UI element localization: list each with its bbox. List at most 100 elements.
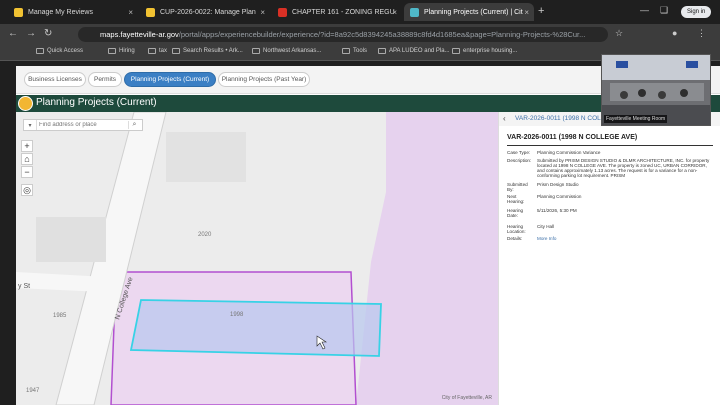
parcel-label-1998: 1998 <box>230 312 244 318</box>
zoom-in-button[interactable]: + <box>21 140 33 152</box>
bookmark-label: Tools <box>353 48 368 54</box>
address-toolbar: ← → ↻ maps.fayetteville-ar.gov/portal/ap… <box>0 24 720 44</box>
zoom-out-button[interactable]: − <box>21 166 33 178</box>
field-label: Submitted By: <box>507 182 528 192</box>
more-info-link[interactable]: More Info <box>537 236 713 241</box>
field-value: Planning Commission Variance <box>537 150 601 155</box>
url-host: maps.fayetteville-ar.gov <box>100 30 179 39</box>
detail-panel: ‹ VAR-2026-0011 (1998 N COLLEGE AVE) VAR… <box>498 112 720 405</box>
tab-title: CHAPTER 161 - ZONING REGU <box>292 8 395 16</box>
subnav-tab[interactable]: Planning Projects (Current) <box>124 72 216 87</box>
search-input[interactable] <box>36 120 128 130</box>
sign-in-button[interactable]: Sign in <box>681 6 712 18</box>
field-value: Submitted by PRISM DESIGN STUDIO & DLMR … <box>537 158 710 178</box>
bookmark-item[interactable]: enterprise housing... <box>452 48 517 54</box>
city-logo <box>18 96 33 111</box>
url-path: /portal/apps/experiencebuilder/experienc… <box>178 30 586 39</box>
bookmark-label: Hiring <box>119 48 135 54</box>
bookmark-folder-icon <box>378 48 386 54</box>
tab-favicon-icon <box>410 7 419 17</box>
building-north <box>166 132 246 182</box>
subnav-tab[interactable]: Permits <box>88 72 122 87</box>
layer-dropdown-icon[interactable]: ▾ <box>24 122 36 129</box>
parcel-label-1947: 1947 <box>26 388 40 394</box>
bookmark-label: Quick Access <box>47 48 84 54</box>
browser-tab[interactable]: CHAPTER 161 - ZONING REGU × <box>272 3 402 21</box>
subnav-tab[interactable]: Planning Projects (Past Year) <box>218 72 310 87</box>
tab-title: Manage My Reviews <box>28 8 93 16</box>
browser-tab[interactable]: CUP-2026-0022: Manage Plan × <box>140 3 270 21</box>
bookmark-item[interactable]: Search Results • Ark... <box>172 48 243 54</box>
browser-tab[interactable]: Manage My Reviews × <box>8 3 138 21</box>
close-tab-icon[interactable]: × <box>392 8 397 17</box>
browser-tab[interactable]: Planning Projects (Current) | Cit × <box>404 3 534 21</box>
profile-icon[interactable]: ● <box>672 28 677 38</box>
back-icon[interactable]: ← <box>8 28 18 39</box>
address-bar[interactable]: maps.fayetteville-ar.gov/portal/apps/exp… <box>78 27 608 42</box>
bookmark-label: Search Results • Ark... <box>183 48 243 54</box>
field-label: Hearing Date: <box>507 208 524 218</box>
bookmark-label: tax <box>159 48 168 54</box>
field-label: Description: <box>507 158 532 163</box>
video-caption: Fayetteville Meeting Room <box>604 115 668 123</box>
field-label: Hearing Location: <box>507 224 526 234</box>
bookmark-item[interactable]: Quick Access <box>36 48 83 54</box>
selected-parcel[interactable] <box>129 299 382 357</box>
tab-title: Planning Projects (Current) | Cit <box>424 8 523 16</box>
subnav-tab[interactable]: Business Licenses <box>24 72 86 87</box>
bookmark-item[interactable]: Northwest Arkansas... <box>252 48 321 54</box>
field-label: Case Type: <box>507 150 531 155</box>
bookmark-item[interactable]: Tools <box>342 48 367 54</box>
new-tab-button[interactable]: + <box>538 5 544 17</box>
field-label: Next Hearing: <box>507 194 525 204</box>
tab-title: CUP-2026-0022: Manage Plan <box>160 8 256 16</box>
back-arrow-icon[interactable]: ‹ <box>503 114 506 123</box>
close-tab-icon[interactable]: × <box>260 8 265 17</box>
bookmark-label: Northwest Arkansas... <box>263 48 322 54</box>
bookmark-item[interactable]: Hiring <box>108 48 135 54</box>
map-canvas: 2020 1985 1998 1947 N College Ave y St <box>16 112 498 405</box>
field-label: Details: <box>507 236 523 241</box>
bookmark-label: enterprise housing... <box>463 48 518 54</box>
maximize-icon[interactable]: ❑ <box>660 5 668 16</box>
bookmark-folder-icon <box>172 48 180 54</box>
bookmark-item[interactable]: APA LUDEO and Pla... <box>378 48 450 54</box>
bookmark-folder-icon <box>108 48 116 54</box>
bookmark-star-icon[interactable]: ☆ <box>615 28 623 39</box>
bookmark-folder-icon <box>452 48 460 54</box>
field-value: City Hall <box>537 224 555 229</box>
building-west <box>36 217 106 262</box>
bookmark-folder-icon <box>342 48 350 54</box>
close-tab-icon[interactable]: × <box>524 8 529 17</box>
street-label-west: y St <box>18 283 30 290</box>
bookmark-label: APA LUDEO and Pla... <box>389 48 450 54</box>
tab-favicon-icon <box>146 7 155 17</box>
field-value: Planning Commission <box>537 194 582 199</box>
locate-icon[interactable]: ◎ <box>21 184 33 196</box>
parcel-label-1985: 1985 <box>53 313 67 319</box>
browser-tab-strip: Manage My Reviews × CUP-2026-0022: Manage … <box>0 0 720 24</box>
title-divider <box>507 145 713 146</box>
map-search[interactable]: ▾ ⌕ <box>23 119 143 131</box>
field-value: Prism Design Studio <box>537 182 579 187</box>
field-value: 5/11/2026, 5:30 PM <box>537 208 577 213</box>
app-title: Planning Projects (Current) <box>36 97 157 108</box>
tab-favicon-icon <box>278 7 287 17</box>
bookmark-item[interactable]: tax <box>148 48 167 54</box>
home-icon[interactable]: ⌂ <box>21 153 33 165</box>
map-view[interactable]: 2020 1985 1998 1947 N College Ave y St ▾… <box>16 112 498 405</box>
search-icon[interactable]: ⌕ <box>128 121 140 129</box>
tab-favicon-icon <box>14 7 23 17</box>
map-attribution: City of Fayetteville, AR <box>441 395 492 401</box>
reload-icon[interactable]: ↻ <box>44 28 52 39</box>
minimize-icon[interactable]: — <box>640 5 649 15</box>
close-tab-icon[interactable]: × <box>128 8 133 17</box>
record-title: VAR-2026-0011 (1998 N COLLEGE AVE) <box>507 134 638 141</box>
bookmark-folder-icon <box>36 48 44 54</box>
video-call-thumbnail[interactable]: Fayetteville Meeting Room <box>601 54 711 126</box>
bookmark-folder-icon <box>148 48 156 54</box>
parcel-label-2020: 2020 <box>198 232 212 238</box>
forward-icon[interactable]: → <box>26 28 36 39</box>
bookmark-folder-icon <box>252 48 260 54</box>
menu-icon[interactable]: ⋮ <box>697 28 706 39</box>
